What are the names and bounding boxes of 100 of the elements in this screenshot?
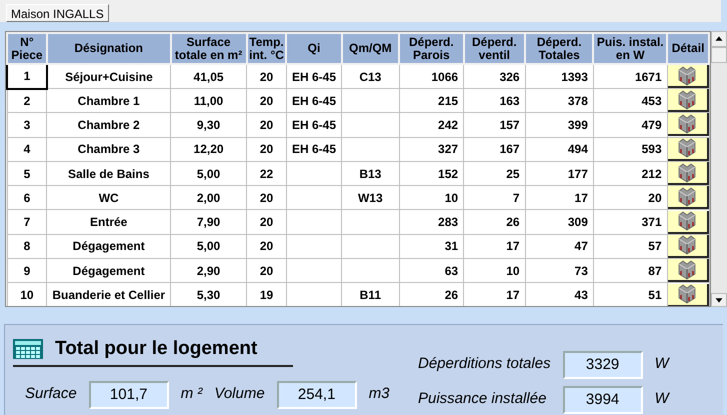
- table-cell: 20: [246, 234, 286, 259]
- scroll-up-icon[interactable]: [711, 31, 727, 47]
- table-cell: 494: [525, 137, 594, 162]
- column-header: Surface totale en m²: [170, 33, 247, 64]
- table-cell: [286, 186, 342, 210]
- table-cell: 399: [525, 112, 594, 138]
- detail-button[interactable]: [668, 186, 708, 210]
- table-cell: 283: [399, 210, 464, 234]
- column-header: Puis. instal. en W: [593, 33, 668, 64]
- table-cell: [342, 112, 400, 138]
- table-cell: 25: [464, 161, 526, 186]
- table-cell: 177: [525, 161, 594, 186]
- detail-button[interactable]: [668, 162, 708, 186]
- column-header: Temp. int. °C: [246, 33, 286, 64]
- table-cell: 1393: [525, 64, 594, 88]
- table-cell: 3: [7, 112, 47, 138]
- surface-field[interactable]: 101,7: [88, 380, 169, 408]
- scroll-down-icon[interactable]: [711, 293, 727, 307]
- losses-field[interactable]: 3329: [562, 350, 643, 378]
- volume-field[interactable]: 254,1: [276, 380, 357, 408]
- table-cell: 10: [7, 282, 47, 306]
- table-cell: Entrée: [46, 210, 171, 234]
- table-cell: 17: [464, 282, 526, 306]
- table-cell: 43: [525, 282, 594, 306]
- table-cell: Chambre 1: [46, 88, 171, 113]
- table-cell: C13: [342, 64, 400, 88]
- table-cell: WC: [46, 186, 171, 210]
- table-cell: [286, 258, 342, 283]
- table-cell: 19: [246, 282, 286, 306]
- table-cell: 20: [246, 64, 286, 88]
- table-cell: 10: [399, 186, 464, 210]
- table-cell: Dégagement: [46, 234, 171, 259]
- table-cell: W13: [342, 186, 400, 210]
- detail-button[interactable]: [668, 138, 708, 161]
- column-header: Déperd. Parois: [399, 33, 464, 64]
- detail-button[interactable]: [668, 234, 708, 258]
- table-cell: Chambre 3: [46, 137, 171, 162]
- table-cell: [342, 88, 400, 113]
- calculator-icon: [13, 339, 43, 360]
- table-cell: 20: [246, 88, 286, 113]
- surface-label: Surface: [25, 384, 77, 404]
- detail-button[interactable]: [668, 89, 708, 112]
- table-cell: 7,90: [170, 210, 247, 234]
- detail-button[interactable]: [668, 65, 708, 88]
- table-cell: 152: [399, 161, 464, 186]
- detail-button[interactable]: [668, 113, 708, 136]
- totals-title: Total pour le logement: [55, 337, 258, 361]
- detail-button[interactable]: [668, 284, 708, 306]
- table-cell: 5,00: [170, 161, 247, 186]
- table-cell: EH 6-45: [286, 64, 342, 88]
- table-cell: 10: [464, 258, 526, 283]
- cube-icon: [676, 260, 698, 280]
- table-cell: 215: [399, 88, 464, 113]
- table-cell: 2,90: [170, 258, 247, 283]
- table-cell: Séjour+Cuisine: [46, 64, 171, 88]
- cube-icon: [676, 90, 698, 110]
- column-header: Qm/QM: [342, 33, 400, 64]
- table-cell: 12,20: [170, 137, 247, 162]
- table-cell: 9,30: [170, 112, 247, 138]
- table-cell: 1671: [593, 64, 668, 88]
- volume-unit: m3: [368, 384, 390, 404]
- losses-label: Déperditions totales: [418, 354, 551, 374]
- table-cell: Buanderie et Cellier: [46, 282, 171, 306]
- volume-label: Volume: [214, 384, 265, 404]
- detail-button[interactable]: [668, 210, 708, 234]
- table-cell: 17: [525, 186, 594, 210]
- table-cell: 20: [246, 186, 286, 210]
- power-unit: W: [654, 389, 669, 410]
- table-cell: 51: [593, 282, 668, 306]
- table-cell: 22: [246, 161, 286, 186]
- table-cell: 5,00: [170, 234, 247, 259]
- cube-icon: [676, 235, 698, 256]
- table-cell: 9: [7, 258, 47, 283]
- losses-unit: W: [654, 354, 669, 374]
- cube-icon: [676, 114, 698, 134]
- cube-icon: [676, 66, 698, 86]
- table-cell: 26: [399, 282, 464, 306]
- table-cell: 17: [464, 234, 526, 259]
- table-cell: 8: [7, 234, 47, 259]
- table-cell: Salle de Bains: [46, 161, 171, 186]
- table-cell: 63: [399, 258, 464, 283]
- table-cell: EH 6-45: [286, 88, 342, 113]
- table-cell: 57: [593, 234, 668, 259]
- power-field[interactable]: 3994: [562, 386, 643, 414]
- detail-button[interactable]: [668, 259, 708, 282]
- table-cell: [342, 210, 400, 234]
- table-cell: 11,00: [170, 88, 247, 113]
- table-cell: [286, 282, 342, 306]
- table-cell: 157: [464, 112, 526, 138]
- table-cell: 20: [246, 112, 286, 138]
- tab[interactable]: Maison INGALLS: [6, 4, 109, 22]
- table-cell: EH 6-45: [286, 137, 342, 162]
- scroll-thumb[interactable]: [711, 47, 727, 63]
- table-cell: 309: [525, 210, 594, 234]
- table-cell: 41,05: [170, 64, 247, 88]
- table-cell: 593: [593, 137, 668, 162]
- table-cell: 378: [525, 88, 594, 113]
- table-cell: [286, 161, 342, 186]
- scrollbar[interactable]: [711, 31, 727, 307]
- cube-icon: [676, 138, 698, 158]
